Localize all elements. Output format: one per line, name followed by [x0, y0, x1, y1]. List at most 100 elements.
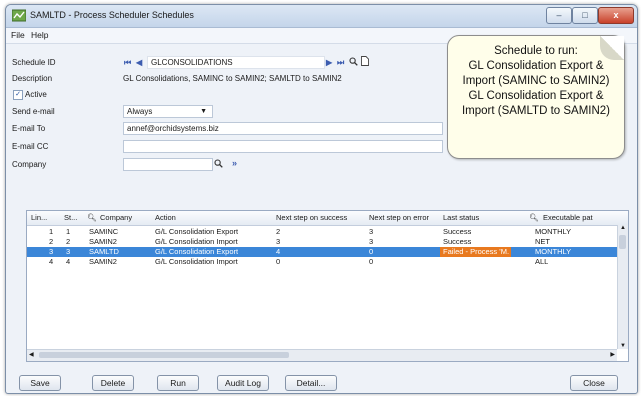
col-header-action[interactable]: Action	[155, 213, 176, 222]
description-label: Description	[12, 74, 53, 83]
cell-next-error: 3	[369, 237, 374, 246]
col-header-company[interactable]: Company	[100, 213, 132, 222]
cell-step: 1	[66, 227, 71, 236]
new-document-icon[interactable]	[361, 56, 369, 66]
vertical-scroll-thumb[interactable]	[619, 235, 626, 249]
audit-log-button[interactable]: Audit Log	[217, 375, 269, 391]
col-header-executable[interactable]: Executable pat	[543, 213, 593, 222]
table-row-selected[interactable]: 3 3 SAMLTD G/L Consolidation Export 4 0 …	[27, 247, 617, 257]
search-icon[interactable]	[349, 57, 358, 66]
active-checkbox[interactable]: ✓	[13, 90, 23, 100]
previous-record-icon[interactable]: ◀	[136, 58, 142, 67]
last-record-icon[interactable]: ⏭	[337, 58, 344, 68]
cell-line: 1	[49, 227, 54, 236]
cell-company: SAMIN2	[89, 237, 117, 246]
scroll-down-icon[interactable]: ▼	[620, 343, 626, 349]
col-header-company-search-icon[interactable]: 🔍︎	[87, 213, 97, 222]
horizontal-scrollbar[interactable]: ◀ ▶	[27, 349, 617, 361]
fast-forward-icon[interactable]: »	[232, 158, 237, 168]
schedule-callout: Schedule to run: GL Consolidation Export…	[447, 35, 625, 159]
cell-step: 4	[66, 257, 71, 266]
close-button[interactable]: Close	[570, 375, 618, 391]
scroll-left-icon[interactable]: ◀	[29, 351, 34, 358]
company-label: Company	[12, 160, 47, 169]
email-cc-label: E-mail CC	[12, 142, 49, 151]
col-header-next-success[interactable]: Next step on success	[276, 213, 347, 222]
col-header-executable-search-icon[interactable]: 🔍︎	[529, 213, 539, 222]
cell-executable: ALL	[535, 257, 549, 266]
cell-line: 4	[49, 257, 54, 266]
cell-next-success: 0	[276, 257, 281, 266]
process-scheduler-window: SAMLTD - Process Scheduler Schedules – □…	[5, 4, 638, 394]
send-email-label: Send e-mail	[12, 107, 55, 116]
company-input[interactable]	[123, 158, 213, 171]
save-button[interactable]: Save	[19, 375, 61, 391]
cell-next-error: 0	[369, 257, 374, 266]
cell-line: 2	[49, 237, 54, 246]
horizontal-scroll-thumb[interactable]	[39, 352, 289, 358]
cell-company: SAMINC	[89, 227, 119, 236]
window-title: SAMLTD - Process Scheduler Schedules	[30, 10, 194, 20]
table-row[interactable]: 2 2 SAMIN2 G/L Consolidation Import 3 3 …	[27, 237, 617, 247]
cell-next-error: 0	[369, 247, 374, 256]
schedule-steps-grid: Lin... St... 🔍︎ Company Action Next step…	[26, 210, 629, 362]
cell-next-success: 4	[276, 247, 281, 256]
delete-button[interactable]: Delete	[92, 375, 134, 391]
schedule-id-input[interactable]: GLCONSOLIDATIONS	[147, 56, 325, 69]
cell-executable: NET	[535, 237, 550, 246]
cell-company: SAMIN2	[89, 257, 117, 266]
active-label: Active	[25, 90, 47, 99]
cell-last-status: Success	[443, 227, 472, 236]
cell-next-success: 3	[276, 237, 281, 246]
description-input[interactable]: GL Consolidations, SAMINC to SAMIN2; SAM…	[123, 74, 342, 83]
email-to-label: E-mail To	[12, 124, 46, 133]
callout-text: Schedule to run: GL Consolidation Export…	[452, 44, 620, 119]
chevron-down-icon: ▼	[200, 108, 207, 115]
cell-action: G/L Consolidation Export	[155, 227, 239, 236]
col-header-last-status[interactable]: Last status	[443, 213, 479, 222]
col-header-next-error[interactable]: Next step on error	[369, 213, 429, 222]
cell-action: G/L Consolidation Export	[155, 247, 239, 256]
callout-line: Import (SAMINC to SAMIN2)	[462, 75, 610, 87]
table-row[interactable]: 4 4 SAMIN2 G/L Consolidation Import 0 0 …	[27, 257, 617, 267]
menu-help[interactable]: Help	[31, 30, 48, 40]
grid-header: Lin... St... 🔍︎ Company Action Next step…	[27, 211, 628, 226]
app-icon	[12, 9, 26, 22]
vertical-scrollbar[interactable]: ▲ ▼	[617, 225, 628, 349]
close-window-button[interactable]: x	[598, 7, 634, 24]
send-email-value: Always	[127, 107, 153, 116]
next-record-icon[interactable]: ▶	[326, 58, 332, 67]
cell-next-error: 3	[369, 227, 374, 236]
scroll-up-icon[interactable]: ▲	[620, 225, 626, 231]
cell-action: G/L Consolidation Import	[155, 257, 238, 266]
scroll-right-icon[interactable]: ▶	[610, 351, 615, 358]
cell-executable: MONTHLY	[535, 247, 572, 256]
cell-last-status: Success	[443, 237, 472, 246]
email-to-input[interactable]: annef@orchidsystems.biz	[123, 122, 443, 135]
cell-executable: MONTHLY	[535, 227, 572, 236]
table-row[interactable]: 1 1 SAMINC G/L Consolidation Export 2 3 …	[27, 227, 617, 237]
callout-line: GL Consolidation Export &	[468, 90, 604, 102]
menu-file[interactable]: File	[11, 30, 25, 40]
email-cc-input[interactable]	[123, 140, 443, 153]
cell-step: 3	[66, 247, 71, 256]
send-email-dropdown[interactable]: Always ▼	[123, 105, 213, 118]
run-button[interactable]: Run	[157, 375, 199, 391]
callout-line: Schedule to run:	[494, 45, 578, 57]
cell-line: 3	[49, 247, 54, 256]
cell-action: G/L Consolidation Import	[155, 237, 238, 246]
callout-line: GL Consolidation Export &	[468, 60, 604, 72]
schedule-id-label: Schedule ID	[12, 58, 56, 67]
callout-line: Import (SAMLTD to SAMIN2)	[461, 105, 611, 117]
col-header-line[interactable]: Lin...	[31, 213, 47, 222]
minimize-button[interactable]: –	[546, 7, 572, 24]
first-record-icon[interactable]: ⏮	[124, 58, 131, 68]
col-header-step[interactable]: St...	[64, 213, 77, 222]
cell-next-success: 2	[276, 227, 281, 236]
cell-step: 2	[66, 237, 71, 246]
title-bar: SAMLTD - Process Scheduler Schedules – □…	[6, 5, 637, 28]
company-search-icon[interactable]	[214, 159, 223, 168]
maximize-button[interactable]: □	[572, 7, 598, 24]
cell-company: SAMLTD	[89, 247, 119, 256]
detail-button[interactable]: Detail...	[285, 375, 337, 391]
